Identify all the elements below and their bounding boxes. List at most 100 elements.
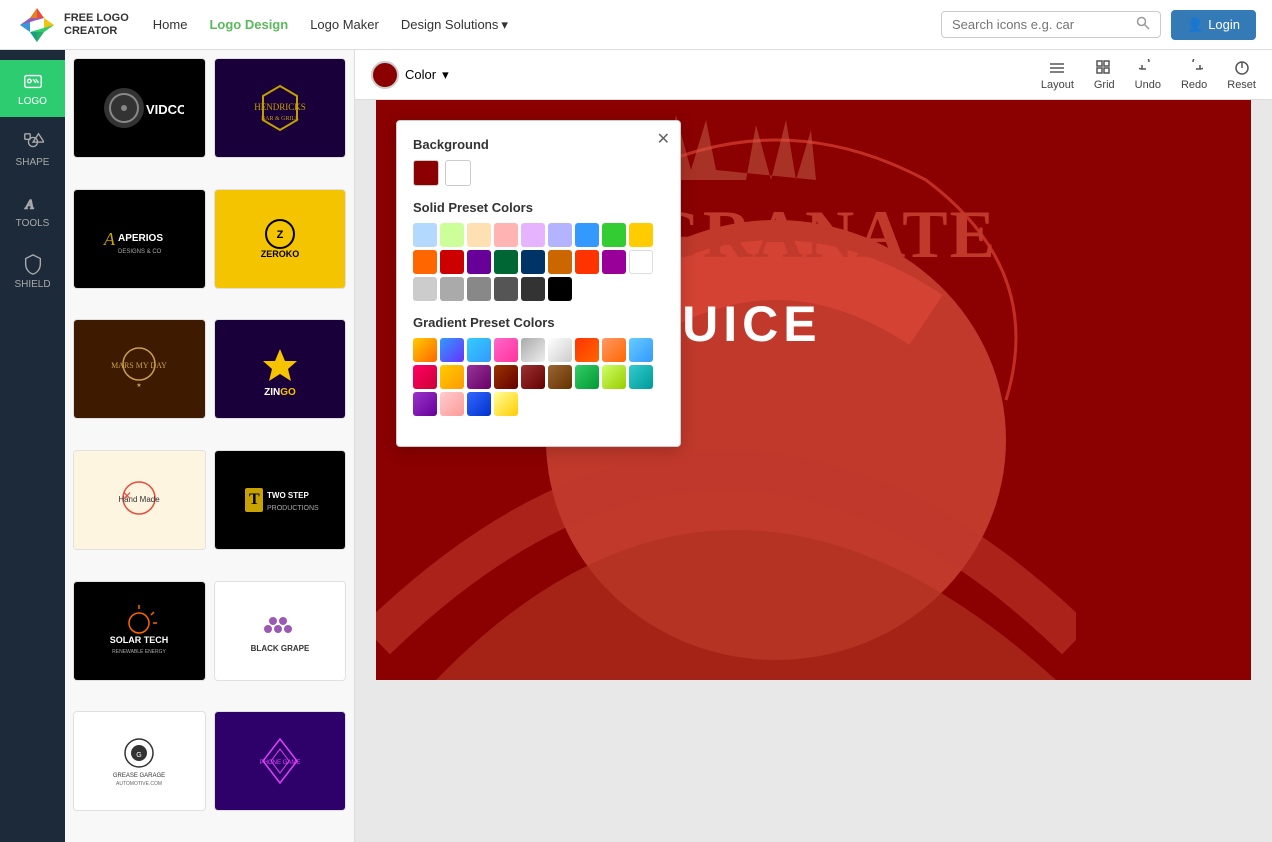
color-cell[interactable]: [548, 250, 572, 274]
background-title: Background: [413, 137, 664, 152]
bg-swatch-white[interactable]: [445, 160, 471, 186]
color-label: Color: [405, 67, 436, 82]
color-cell[interactable]: [521, 223, 545, 247]
gradient-cell[interactable]: [602, 338, 626, 362]
list-item[interactable]: A APERIOS DESIGNS & CO: [73, 189, 206, 289]
search-input[interactable]: [952, 17, 1130, 32]
gradient-cell[interactable]: [629, 338, 653, 362]
svg-text:APERIOS: APERIOS: [118, 233, 163, 244]
sidebar: LOGO SHAPE A TOOLS SHIELD: [0, 50, 65, 842]
search-box[interactable]: [941, 11, 1161, 38]
gradient-cell[interactable]: [521, 338, 545, 362]
gradient-cell[interactable]: [440, 338, 464, 362]
color-cell[interactable]: [548, 277, 572, 301]
svg-text:GREASE GARAGE: GREASE GARAGE: [113, 773, 165, 779]
nav-home[interactable]: Home: [153, 17, 188, 32]
svg-text:T: T: [249, 491, 260, 508]
color-cell[interactable]: [440, 250, 464, 274]
gradient-cell[interactable]: [602, 365, 626, 389]
layout-button[interactable]: Layout: [1041, 59, 1074, 91]
color-cell[interactable]: [467, 250, 491, 274]
color-cell[interactable]: [494, 250, 518, 274]
color-cell[interactable]: [440, 223, 464, 247]
list-item[interactable]: ZINGO: [214, 319, 347, 419]
list-item[interactable]: SOLAR TECH RENEWABLE ENERGY: [73, 581, 206, 681]
list-item[interactable]: HENDRICKS BAR & GRILL: [214, 58, 347, 158]
svg-text:TWO STEP: TWO STEP: [267, 491, 309, 500]
gradient-cell[interactable]: [413, 392, 437, 416]
color-cell[interactable]: [413, 277, 437, 301]
color-cell[interactable]: [575, 223, 599, 247]
gradient-cell[interactable]: [440, 392, 464, 416]
color-cell[interactable]: [629, 223, 653, 247]
color-button[interactable]: Color ▾: [371, 61, 449, 89]
site-logo[interactable]: FREE LOGO CREATOR: [16, 4, 129, 46]
color-cell[interactable]: [494, 277, 518, 301]
login-button[interactable]: 👤 Login: [1171, 10, 1256, 40]
color-cell[interactable]: [629, 250, 653, 274]
color-cell[interactable]: [602, 250, 626, 274]
gradient-cell[interactable]: [521, 365, 545, 389]
gradient-cell[interactable]: [440, 365, 464, 389]
color-cell[interactable]: [575, 250, 599, 274]
list-item[interactable]: VIDCON: [73, 58, 206, 158]
nav-logo-maker[interactable]: Logo Maker: [310, 17, 379, 32]
color-cell[interactable]: [494, 223, 518, 247]
color-cell[interactable]: [440, 277, 464, 301]
gradient-cell[interactable]: [467, 365, 491, 389]
color-cell[interactable]: [521, 277, 545, 301]
gradient-cell[interactable]: [629, 365, 653, 389]
list-item[interactable]: T TWO STEP PRODUCTIONS: [214, 450, 347, 550]
color-cell[interactable]: [521, 250, 545, 274]
bg-swatch-dark-red[interactable]: [413, 160, 439, 186]
gradient-cell[interactable]: [413, 365, 437, 389]
gradient-cell[interactable]: [494, 392, 518, 416]
nav-design-solutions[interactable]: Design Solutions ▾: [401, 17, 508, 33]
background-swatches: [413, 160, 664, 186]
list-item[interactable]: MARS MY DAY ★: [73, 319, 206, 419]
redo-button[interactable]: Redo: [1181, 59, 1207, 91]
sidebar-item-logo[interactable]: LOGO: [0, 60, 65, 117]
chevron-down-icon: ▾: [501, 17, 508, 33]
color-cell[interactable]: [602, 223, 626, 247]
color-cell[interactable]: [413, 250, 437, 274]
color-cell[interactable]: [467, 223, 491, 247]
list-item[interactable]: Z ZEROKO: [214, 189, 347, 289]
topnav-right: 👤 Login: [941, 10, 1256, 40]
sidebar-shape-label: SHAPE: [16, 157, 50, 168]
sidebar-shield-label: SHIELD: [14, 279, 50, 290]
nav-logo-design[interactable]: Logo Design: [209, 17, 288, 32]
list-item[interactable]: BLACK GRAPE: [214, 581, 347, 681]
gradient-cell[interactable]: [548, 338, 572, 362]
gradient-cell[interactable]: [575, 338, 599, 362]
gradient-cell[interactable]: [575, 365, 599, 389]
sidebar-item-shield[interactable]: SHIELD: [0, 243, 65, 300]
gradient-cell[interactable]: [494, 365, 518, 389]
list-item[interactable]: G GREASE GARAGE AUTOMOTIVE.COM: [73, 711, 206, 811]
list-item[interactable]: Hand Made ✕: [73, 450, 206, 550]
popup-close-button[interactable]: ✕: [657, 129, 670, 149]
search-icon: [1136, 16, 1150, 33]
svg-text:BAR & GRILL: BAR & GRILL: [261, 116, 299, 122]
gradient-cell[interactable]: [548, 365, 572, 389]
svg-text:PRODUCTIONS: PRODUCTIONS: [267, 505, 319, 512]
color-cell[interactable]: [548, 223, 572, 247]
gradient-cell[interactable]: [467, 338, 491, 362]
gradient-cell[interactable]: [494, 338, 518, 362]
gradient-cell[interactable]: [467, 392, 491, 416]
solid-colors-title: Solid Preset Colors: [413, 200, 664, 215]
canvas-toolbar: Color ▾ Layout: [355, 50, 1272, 100]
sidebar-item-tools[interactable]: A TOOLS: [0, 182, 65, 239]
undo-button[interactable]: Undo: [1135, 59, 1161, 91]
svg-text:✕: ✕: [122, 489, 132, 503]
sidebar-item-shape[interactable]: SHAPE: [0, 121, 65, 178]
list-item[interactable]: PHONE GAME: [214, 711, 347, 811]
color-cell[interactable]: [467, 277, 491, 301]
reset-button[interactable]: Reset: [1227, 59, 1256, 91]
svg-text:ZINGO: ZINGO: [264, 387, 296, 398]
svg-text:MARS MY DAY: MARS MY DAY: [111, 361, 167, 370]
grid-button[interactable]: Grid: [1094, 59, 1115, 91]
color-cell[interactable]: [413, 223, 437, 247]
gradient-cell[interactable]: [413, 338, 437, 362]
svg-text:AUTOMOTIVE.COM: AUTOMOTIVE.COM: [116, 781, 162, 787]
